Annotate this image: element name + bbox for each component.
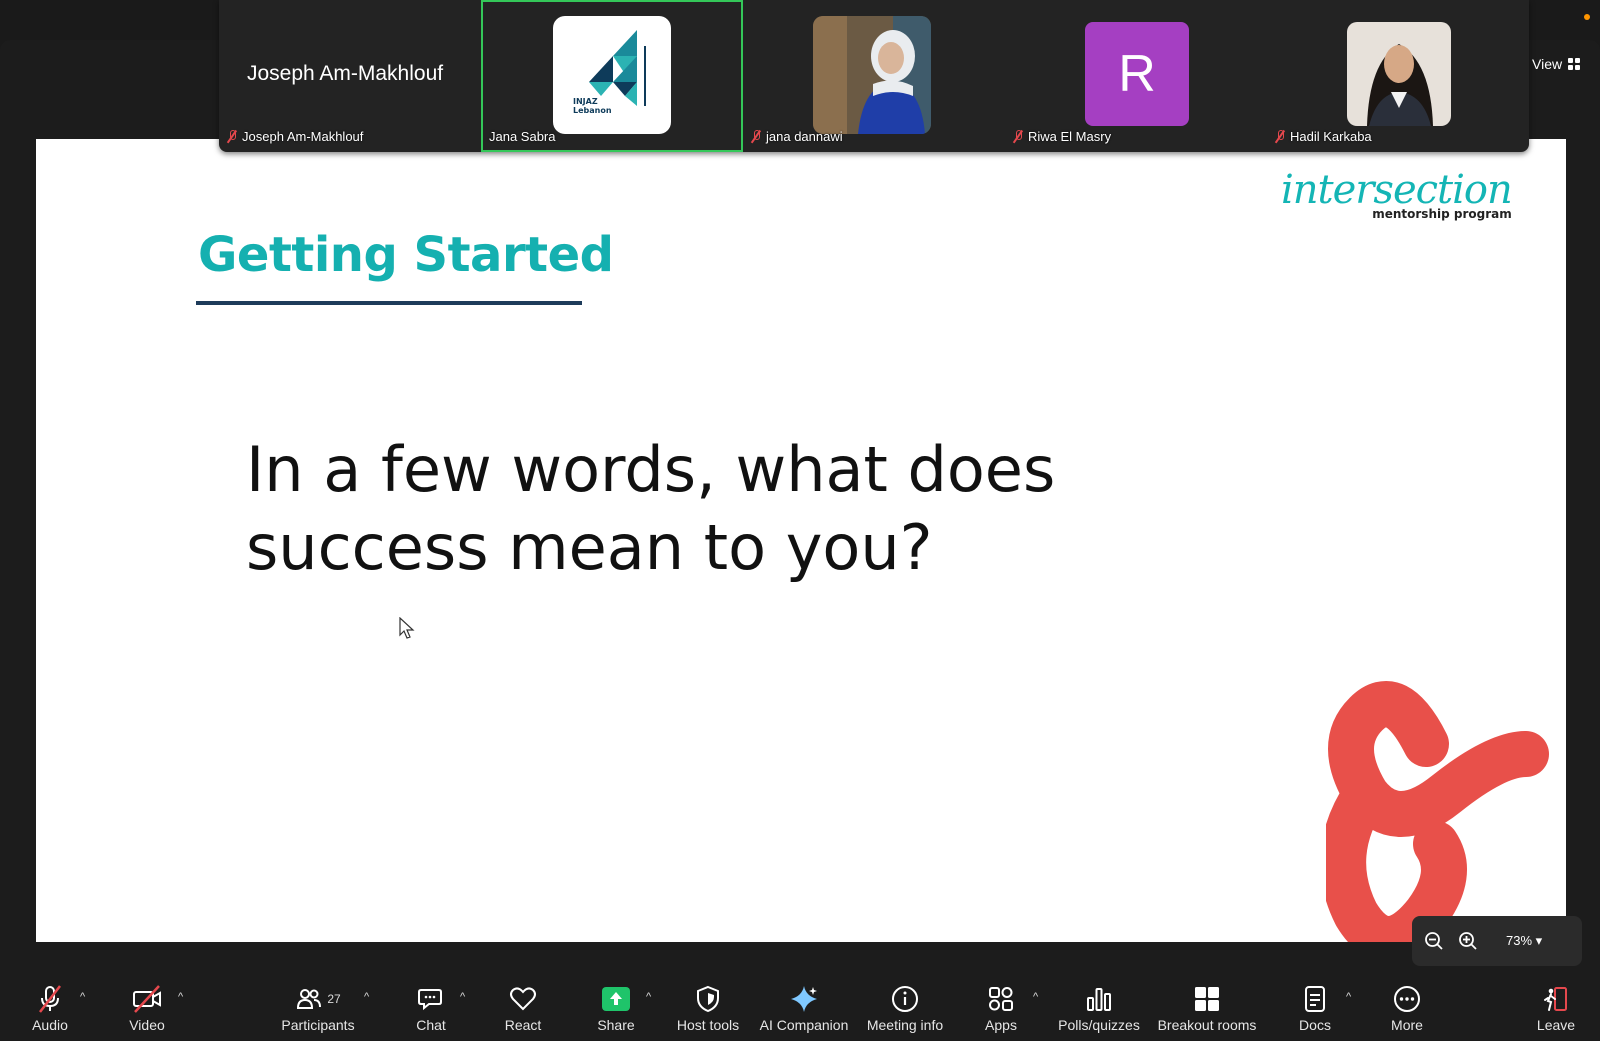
apps-button[interactable]: Apps [946,983,1056,1033]
bar-chart-icon [1087,988,1111,1011]
tile-label: Jana Sabra [489,129,556,144]
participant-name: Riwa El Masry [1028,129,1112,144]
ai-companion-label: AI Companion [759,1017,849,1033]
apps-label: Apps [985,1017,1017,1033]
audio-options-caret[interactable]: ^ [80,991,85,1003]
apps-options-caret[interactable]: ^ [1033,991,1038,1003]
chat-options-caret[interactable]: ^ [460,991,465,1003]
video-gallery: Joseph Am-Makhlouf Joseph Am-Makhlouf IN… [219,0,1529,152]
docs-label: Docs [1299,1017,1331,1033]
participant-name: Jana Sabra [489,129,556,144]
host-tools-label: Host tools [676,1017,740,1033]
share-options-caret[interactable]: ^ [646,991,651,1003]
slide-title: Getting Started [198,227,614,283]
polls-label: Polls/quizzes [1058,1017,1140,1033]
video-tile-jana-dannawi[interactable]: jana dannawi [743,0,1005,152]
sparkle-icon [791,986,817,1012]
avatar: R [1085,22,1189,126]
participants-button[interactable]: 27 Participants [263,983,373,1033]
more-button[interactable]: More [1352,983,1462,1033]
leave-button[interactable]: Leave [1501,983,1600,1033]
tile-label: jana dannawi [751,129,843,144]
mic-muted-icon [751,130,761,143]
zoom-level: 73% [1506,933,1533,948]
chat-label: Chat [416,1017,446,1033]
zoom-controls: 73% ▾ [1412,916,1582,966]
react-label: React [504,1017,542,1033]
host-tools-button[interactable]: Host tools [653,983,763,1033]
logo-text-line1: INJAZ [573,97,598,106]
logo-text-line2: Lebanon [573,106,612,115]
title-underline [196,301,582,305]
participants-options-caret[interactable]: ^ [364,991,369,1003]
view-button[interactable]: View [1532,56,1581,72]
question-line: In a few words, what does [246,433,1056,506]
video-tile-riwa[interactable]: R Riwa El Masry [1005,0,1267,152]
grid-icon [1568,58,1581,70]
breakout-rooms-icon [1195,987,1219,1011]
document-icon [1305,986,1325,1012]
leave-icon [1544,987,1567,1011]
video-tile-hadil[interactable]: Hadil Karkaba [1267,0,1529,152]
participants-label: Participants [281,1017,355,1033]
zoom-out-icon[interactable] [1424,931,1444,951]
slide-question: In a few words, what does success mean t… [246,431,1146,587]
decorative-ribbon-icon [1326,681,1549,942]
video-tile-joseph[interactable]: Joseph Am-Makhlouf Joseph Am-Makhlouf [219,0,481,152]
view-label: View [1532,56,1563,72]
video-tile-jana-sabra[interactable]: INJAZ Lebanon Jana Sabra [481,0,743,152]
shared-screen-slide: intersection mentorship program Getting … [36,139,1566,942]
tile-label: Joseph Am-Makhlouf [227,129,363,144]
meeting-info-button[interactable]: Meeting info [850,983,960,1033]
participants-icon [297,989,322,1009]
meeting-toolbar: Audio ^ Video ^ 27 Participants ^ Chat ^… [0,975,1600,1041]
mic-muted-icon [1013,130,1023,143]
participant-name: jana dannawi [766,129,843,144]
participant-name: Joseph Am-Makhlouf [242,129,364,144]
breakout-rooms-button[interactable]: Breakout rooms [1152,983,1262,1033]
more-label: More [1391,1017,1423,1033]
mic-muted-icon [39,985,61,1013]
polls-button[interactable]: Polls/quizzes [1044,983,1154,1033]
mic-muted-icon [227,130,237,143]
leave-label: Leave [1536,1017,1576,1033]
apps-icon [989,987,1013,1011]
tile-display-name: Joseph Am-Makhlouf [247,62,444,85]
video-options-caret[interactable]: ^ [178,991,183,1003]
zoom-in-icon[interactable] [1458,931,1478,951]
participants-count: 27 [327,992,341,1006]
meeting-info-label: Meeting info [866,1017,944,1033]
shield-icon [697,985,719,1013]
more-icon [1394,986,1420,1012]
mouse-pointer-icon [399,617,415,639]
brand-logo: intersection mentorship program [1281,167,1513,221]
chat-icon [418,989,442,1011]
heart-icon [510,987,536,1011]
mic-muted-icon [1275,130,1285,143]
question-line: success mean to you? [246,511,933,584]
tile-label: Hadil Karkaba [1275,129,1372,144]
ai-companion-button[interactable]: AI Companion [749,983,859,1033]
zoom-level-dropdown[interactable]: 73% ▾ [1506,933,1542,949]
share-screen-icon [602,987,630,1011]
tile-label: Riwa El Masry [1013,129,1111,144]
audio-label: Audio [32,1017,68,1033]
injaz-logo: INJAZ Lebanon [553,16,671,134]
docs-options-caret[interactable]: ^ [1346,991,1351,1003]
breakout-rooms-label: Breakout rooms [1157,1017,1257,1033]
participant-photo [1347,22,1451,126]
audio-button[interactable]: Audio [0,983,105,1033]
participant-name: Hadil Karkaba [1290,129,1372,144]
info-icon [892,986,918,1012]
share-label: Share [597,1017,635,1033]
video-label: Video [129,1017,165,1033]
participant-photo [813,16,931,134]
video-off-icon [133,985,161,1013]
video-button[interactable]: Video [92,983,202,1033]
recording-indicator [1584,14,1590,20]
